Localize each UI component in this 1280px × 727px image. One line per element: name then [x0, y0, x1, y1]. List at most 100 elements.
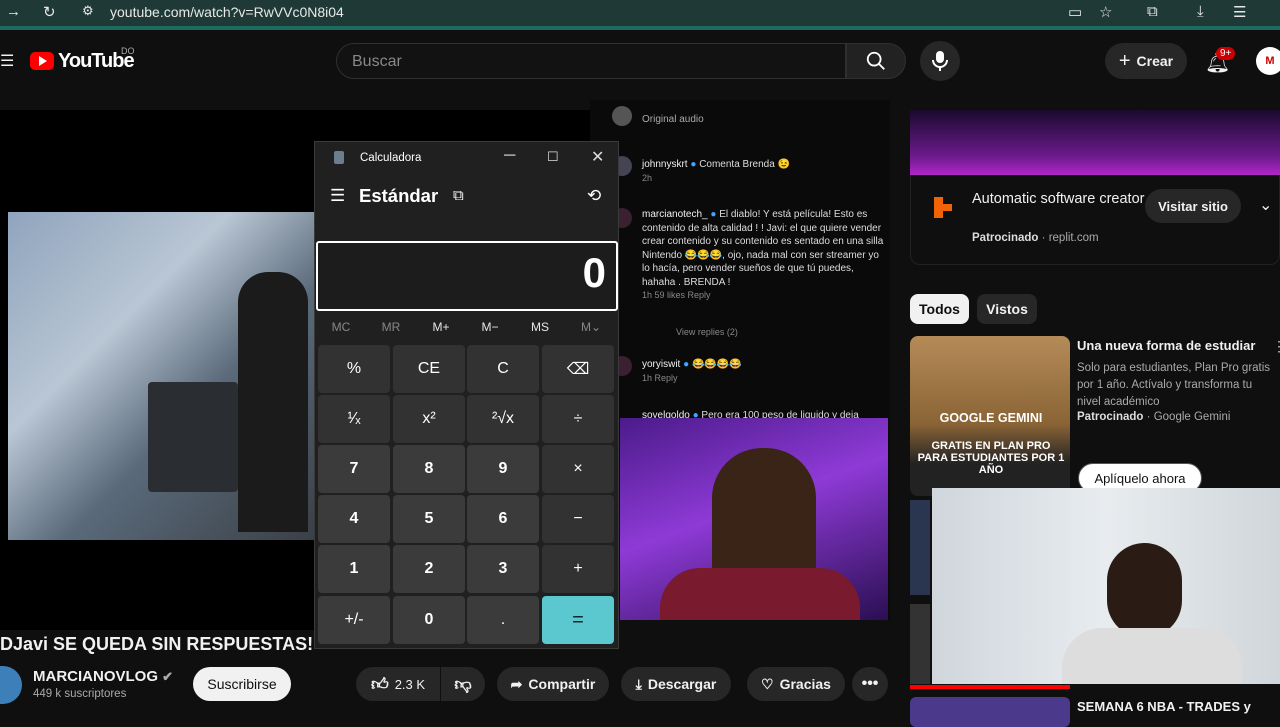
more-vert-icon[interactable]: ⋮ [1272, 338, 1280, 355]
like-button[interactable]: 👍︎ 2.3 K [356, 667, 440, 701]
key-clear-button[interactable]: C [467, 345, 539, 393]
recommended-thumb[interactable] [910, 500, 930, 595]
keep-on-top-icon[interactable]: ⧉ [453, 187, 464, 204]
chip-vistos[interactable]: Vistos [977, 294, 1037, 324]
key-square-button[interactable]: x² [393, 395, 465, 443]
recommended-thumb[interactable] [910, 697, 1070, 727]
navigation-menu-icon[interactable]: ☰ [330, 186, 345, 206]
memory-m-plus-button[interactable]: M+ [421, 320, 461, 334]
comment-text: Comenta Brenda 😉 [699, 159, 791, 170]
key-percent-button[interactable]: % [318, 345, 390, 393]
display-value: 0 [582, 249, 606, 296]
comment-user[interactable]: yoryiswit [642, 359, 680, 370]
history-icon[interactable]: ⟲ [587, 186, 601, 206]
download-icon[interactable]: ⤓ [1197, 3, 1204, 20]
calculator-window[interactable]: Calculadora ─ ☐ ✕ ☰ Estándar ⧉ ⟲ 0 MC MR M… [314, 141, 619, 649]
recommended-title[interactable]: SEMANA 6 NBA - TRADES y [1077, 699, 1251, 714]
minimize-icon[interactable]: ─ [504, 147, 515, 165]
key-digit-9-button[interactable]: 9 [467, 445, 539, 493]
search-input[interactable]: Buscar [336, 43, 846, 79]
channel-avatar[interactable] [0, 666, 22, 704]
create-button[interactable]: + Crear [1105, 43, 1187, 79]
install-icon[interactable]: ▭ [1068, 3, 1082, 21]
subscribe-button[interactable]: Suscribirse [193, 667, 291, 701]
key-add-button[interactable]: + [542, 545, 614, 593]
notification-badge: 9+ [1216, 47, 1236, 60]
ad-banner-image[interactable] [910, 110, 1280, 175]
key-digit-4-button[interactable]: 4 [318, 495, 390, 543]
visit-site-button[interactable]: Visitar sitio [1145, 189, 1241, 223]
search-button[interactable] [846, 43, 906, 79]
ad-sponsor-line: Patrocinado · replit.com [972, 232, 1099, 244]
extensions-icon[interactable]: ⧉ [1147, 3, 1158, 20]
key-multiply-button[interactable]: × [542, 445, 614, 493]
verified-icon: ● [710, 209, 717, 220]
thanks-button[interactable]: ♡ Gracias [747, 667, 845, 701]
memory-mc-button[interactable]: MC [321, 320, 361, 334]
ad2-sponsored-label: Patrocinado [1077, 411, 1144, 423]
share-button[interactable]: ➦ Compartir [497, 667, 609, 701]
like-count: 2.3 K [394, 676, 426, 692]
memory-memory-dropdown-button[interactable]: M⌄ [571, 320, 611, 334]
ad2-title[interactable]: Una nueva forma de estudiar [1077, 338, 1255, 353]
ad2-advertiser: Google Gemini [1153, 411, 1231, 423]
key-divide-button[interactable]: ÷ [542, 395, 614, 443]
youtube-logo-icon[interactable] [30, 52, 54, 70]
key-digit-8-button[interactable]: 8 [393, 445, 465, 493]
chip-todos[interactable]: Todos [910, 294, 969, 324]
streamer-webcam [620, 418, 888, 620]
comment-text: 😂😂😂😂 [691, 359, 742, 370]
memory-m-minus-button[interactable]: M− [470, 320, 510, 334]
comment-user[interactable]: marcianotech_ [642, 209, 708, 220]
tab-menu-icon[interactable]: ☰ [1233, 3, 1246, 21]
verified-icon: ● [683, 359, 690, 370]
address-bar[interactable]: youtube.com/watch?v=RwVVc0N8i04 [110, 4, 344, 20]
comment-user[interactable]: johnnyskrt [642, 159, 688, 170]
memory-mr-button[interactable]: MR [371, 320, 411, 334]
view-replies-link[interactable]: View replies (2) [676, 326, 922, 340]
ad-domain: replit.com [1048, 232, 1099, 244]
ad-title[interactable]: Automatic software creator [972, 189, 1152, 210]
maximize-icon[interactable]: ☐ [547, 149, 559, 165]
key-digit-1-button[interactable]: 1 [318, 545, 390, 593]
voice-search-button[interactable] [920, 41, 960, 81]
site-info-icon[interactable]: ⚙ [82, 3, 94, 19]
key-digit-3-button[interactable]: 3 [467, 545, 539, 593]
gemini-thumb-subtitle: GRATIS EN PLAN PRO PARA ESTUDIANTES POR … [917, 440, 1065, 476]
key-square-root-button[interactable]: ²√x [467, 395, 539, 443]
gemini-thumb-title: GOOGLE GEMINI [939, 411, 1043, 425]
key-digit-5-button[interactable]: 5 [393, 495, 465, 543]
account-avatar[interactable]: M [1256, 47, 1280, 75]
key-decimal-button[interactable]: . [467, 596, 539, 644]
key-negate-button[interactable]: +/- [318, 596, 390, 644]
ad-card[interactable]: Automatic software creator Patrocinado ·… [910, 175, 1280, 265]
comment-meta: 2h [642, 172, 653, 183]
channel-name[interactable]: MARCIANOVLOG ✔ [33, 668, 173, 685]
key-reciprocal-button[interactable]: ¹⁄ₓ [318, 395, 390, 443]
hamburger-menu-icon[interactable]: ☰ [0, 51, 14, 71]
chevron-down-icon[interactable]: ⌄ [1259, 195, 1272, 215]
monitor-shape [148, 382, 238, 492]
key-clear-entry-button[interactable]: CE [393, 345, 465, 393]
key-digit-6-button[interactable]: 6 [467, 495, 539, 543]
dislike-button[interactable]: 👎︎ [441, 667, 485, 701]
bookmark-star-icon[interactable]: ☆ [1099, 3, 1112, 21]
key-digit-2-button[interactable]: 2 [393, 545, 465, 593]
recommended-thumb[interactable] [910, 604, 930, 684]
forward-icon[interactable]: → [6, 3, 21, 20]
key-subtract-button[interactable]: − [542, 495, 614, 543]
key-backspace-button[interactable]: ⌫ [542, 345, 614, 393]
close-icon[interactable]: ✕ [591, 147, 604, 167]
video-frame [8, 212, 318, 540]
key-digit-0-button[interactable]: 0 [393, 596, 465, 644]
key-equals-button[interactable]: = [542, 596, 614, 644]
reload-icon[interactable]: ↻ [43, 3, 56, 21]
subscriber-count: 449 k suscriptores [33, 688, 127, 700]
more-actions-button[interactable]: ••• [852, 667, 888, 701]
verified-check-icon: ✔ [162, 669, 174, 684]
download-button[interactable]: ⤓ Descargar [621, 667, 731, 701]
calculator-titlebar[interactable]: Calculadora ─ ☐ ✕ [315, 142, 618, 174]
browser-toolbar: → ↻ ⚙ youtube.com/watch?v=RwVVc0N8i04 ▭ … [0, 0, 1280, 26]
key-digit-7-button[interactable]: 7 [318, 445, 390, 493]
memory-ms-button[interactable]: MS [520, 320, 560, 334]
